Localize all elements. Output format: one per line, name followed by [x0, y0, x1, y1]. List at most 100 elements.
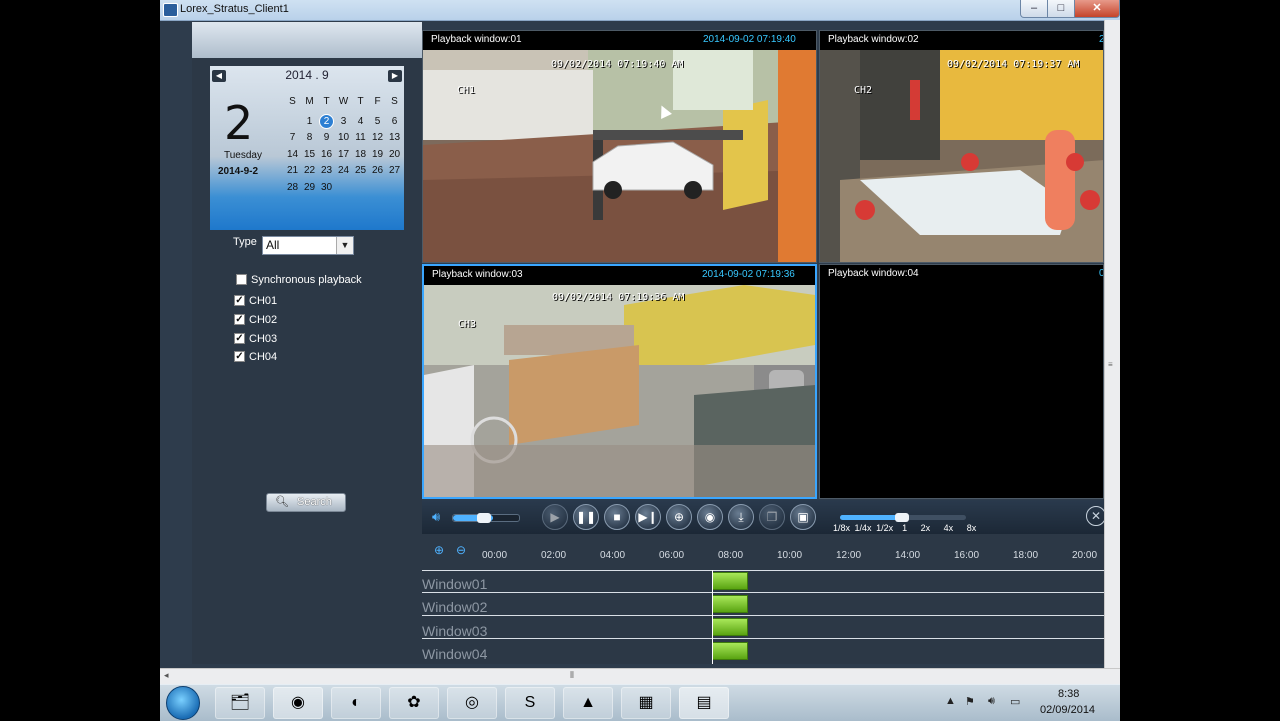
speaker-icon[interactable]: 🔊︎	[988, 695, 995, 708]
calendar-day[interactable]: 22	[301, 163, 318, 179]
calendar-grid: S M T W T F S 1 2 3 4 5 6 7 8 9 10 11 12 13 14 15 16 17 18 19 20 21…	[284, 94, 406, 198]
calendar-day[interactable]: 4	[352, 114, 369, 130]
search-button[interactable]: 🔍︎ Search	[266, 493, 346, 512]
close-all-icon[interactable]: ✕	[1086, 506, 1106, 526]
close-button[interactable]: ✕	[1074, 0, 1120, 18]
remote-icon[interactable]: ◎	[447, 687, 497, 719]
recording-block[interactable]	[712, 572, 748, 590]
photos-icon[interactable]: ✿	[389, 687, 439, 719]
calendar-day[interactable]: 24	[335, 163, 352, 179]
volume-icon[interactable]: 🔊︎	[432, 509, 440, 525]
recording-block[interactable]	[712, 618, 748, 636]
calendar-day[interactable]: 14	[284, 147, 301, 163]
play-button[interactable]: ▶	[542, 504, 568, 530]
stop-button[interactable]: ■	[604, 504, 630, 530]
calendar-day[interactable]: 16	[318, 147, 335, 163]
network-icon[interactable]: ▭	[1010, 695, 1020, 708]
playback-window-1-header: Playback window:01 2014-09-02 07:19:40	[423, 31, 816, 50]
clock-date[interactable]: 02/09/2014	[1040, 704, 1095, 716]
calendar-day[interactable]: 6	[386, 114, 403, 130]
calendar-day[interactable]: 3	[335, 114, 352, 130]
speed-label: 1/4x	[854, 523, 872, 533]
scroll-left-icon[interactable]: ◂	[164, 670, 169, 681]
calendar-day[interactable]: 2	[319, 113, 334, 129]
calendar-day[interactable]: 11	[352, 130, 369, 146]
calendar-day[interactable]: 15	[301, 147, 318, 163]
calendar-day[interactable]: 29	[301, 180, 318, 196]
ch01-checkbox[interactable]: ✓	[234, 295, 245, 306]
vertical-scrollbar[interactable]: ≡	[1104, 20, 1120, 668]
horizontal-scrollbar[interactable]: ◂ ⦀	[160, 668, 1120, 684]
timeline-tick-label: 12:00	[836, 550, 862, 561]
timeline-tick-label: 10:00	[777, 550, 803, 561]
calendar-day[interactable]: 9	[318, 130, 335, 146]
firefox-icon[interactable]: ◐	[331, 687, 381, 719]
ch03-checkbox[interactable]: ✓	[234, 333, 245, 344]
calendar-weekday-header: W	[338, 96, 349, 107]
playback-window-4[interactable]: Playback window:04 0	[819, 264, 1104, 499]
volume-slider[interactable]	[452, 513, 520, 523]
type-select[interactable]: All ▼	[262, 236, 354, 255]
skype-icon[interactable]: S	[505, 687, 555, 719]
timeline-row-label: Window01	[422, 576, 488, 592]
calendar-day[interactable]: 12	[369, 130, 386, 146]
calendar-day[interactable]: 10	[335, 130, 352, 146]
timeline-row-label: Window04	[422, 646, 488, 662]
flag-icon[interactable]: ⚑	[965, 695, 975, 708]
maximize-button[interactable]: □	[1047, 0, 1075, 18]
recording-block[interactable]	[712, 595, 748, 613]
calendar-day[interactable]: 17	[335, 147, 352, 163]
calendar-day[interactable]: 5	[369, 114, 386, 130]
calendar-next-button[interactable]: ▶	[388, 70, 402, 82]
playback-window-2[interactable]: Playback window:02 2 09/02/2014 07:19:37…	[819, 30, 1104, 263]
download-icon[interactable]: ⤓	[728, 504, 754, 530]
tray-expand-icon[interactable]: ▲	[945, 695, 956, 707]
playback-window-3[interactable]: Playback window:03 2014-09-02 07:19:36 0…	[422, 264, 817, 499]
pause-button[interactable]: ❚❚	[573, 504, 599, 530]
fullscreen-icon[interactable]: ▣	[790, 504, 816, 530]
explorer-icon[interactable]: 🗂︎	[215, 687, 265, 719]
calendar-day[interactable]: 21	[284, 163, 301, 179]
recording-block[interactable]	[712, 642, 748, 660]
speed-slider[interactable]	[840, 513, 966, 522]
minimize-button[interactable]: –	[1020, 0, 1048, 18]
volume-slider-thumb[interactable]	[477, 513, 491, 523]
timeline-tick-label: 06:00	[659, 550, 685, 561]
camera-feed-1: 09/02/2014 07:19:40 AM CH1	[423, 50, 816, 262]
speed-slider-thumb[interactable]	[895, 513, 909, 522]
lorex-client-icon[interactable]: ▤	[679, 687, 729, 719]
ch02-checkbox[interactable]: ✓	[234, 314, 245, 325]
calendar-day[interactable]: 27	[386, 163, 403, 179]
playhead[interactable]	[712, 570, 713, 664]
sync-playback-checkbox[interactable]	[236, 274, 247, 285]
calendar-day[interactable]: 13	[386, 130, 403, 146]
calendar-day[interactable]: 30	[318, 180, 335, 196]
calendar-day[interactable]: 26	[369, 163, 386, 179]
start-button[interactable]	[166, 686, 200, 720]
calendar-day[interactable]: 25	[352, 163, 369, 179]
pdf-icon[interactable]: ▲	[563, 687, 613, 719]
calendar-day[interactable]: 23	[318, 163, 335, 179]
clock-time[interactable]: 8:38	[1058, 688, 1079, 700]
calendar-day[interactable]: 7	[284, 130, 301, 146]
zoom-icon[interactable]: ⊕	[666, 504, 692, 530]
letterbox-right	[1120, 0, 1280, 720]
clip-icon[interactable]: ❐	[759, 504, 785, 530]
calendar-day[interactable]: 1	[301, 114, 318, 130]
osd-channel-1: CH1	[457, 85, 476, 96]
calendar-day[interactable]: 18	[352, 147, 369, 163]
step-forward-button[interactable]: ▶❙	[635, 504, 661, 530]
chrome-icon[interactable]: ◉	[273, 687, 323, 719]
timeline-tick-label: 02:00	[541, 550, 567, 561]
timeline[interactable]: ⊕ ⊖ 00:00 02:00 04:00 06:00 08:00 10:00 12:00 1…	[422, 534, 1104, 664]
calendar-day[interactable]: 8	[301, 130, 318, 146]
playback-window-1[interactable]: Playback window:01 2014-09-02 07:19:40 0…	[422, 30, 817, 263]
app-icon-taskbar[interactable]: ▦	[621, 687, 671, 719]
search-button-label: Search	[297, 496, 332, 508]
osd-timestamp-1: 09/02/2014 07:19:40 AM	[551, 59, 684, 70]
calendar-day[interactable]: 20	[386, 147, 403, 163]
calendar-day[interactable]: 19	[369, 147, 386, 163]
ch04-checkbox[interactable]: ✓	[234, 351, 245, 362]
calendar-day[interactable]: 28	[284, 180, 301, 196]
camera-icon[interactable]: ◉	[697, 504, 723, 530]
